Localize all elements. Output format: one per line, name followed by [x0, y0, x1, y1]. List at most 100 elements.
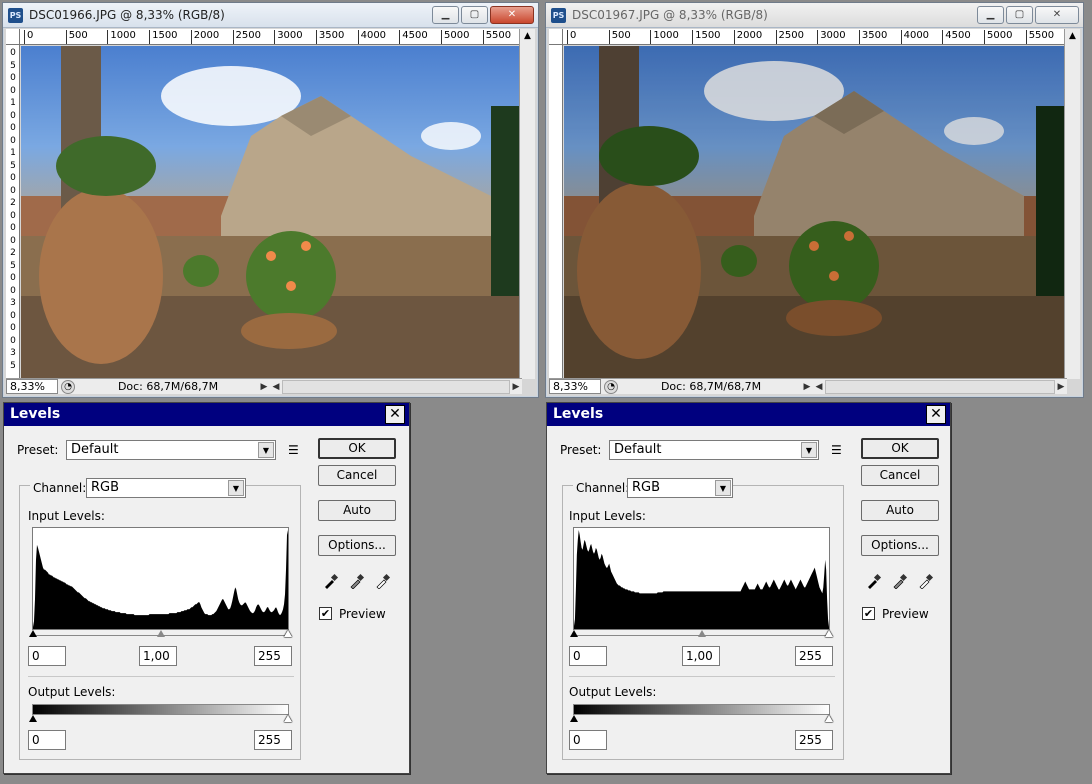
scroll-left-icon[interactable]: ◀: [813, 380, 825, 394]
options-button[interactable]: Options...: [861, 535, 939, 556]
status-menu-icon[interactable]: ◔: [61, 379, 75, 394]
status-bar: 8,33% ◔ Doc: 68,7M/68,7M ▶ ◀ ▶: [549, 378, 1067, 394]
horizontal-ruler[interactable]: 0 500 1000 1500 2000 2500 3000 3500 4000 4500 5000…: [563, 29, 1065, 45]
status-menu-arrow-icon[interactable]: ▶: [258, 380, 270, 394]
scroll-right-icon[interactable]: ▶: [1055, 380, 1067, 394]
dialog-close-button[interactable]: ✕: [385, 405, 405, 424]
dialog-close-button[interactable]: ✕: [926, 405, 946, 424]
channel-select[interactable]: RGB ▼: [627, 478, 733, 498]
zoom-field[interactable]: 8,33%: [549, 379, 601, 394]
horizontal-scrollbar[interactable]: [825, 379, 1055, 394]
input-white-slider[interactable]: [284, 630, 292, 637]
gray-point-eyedropper-icon[interactable]: [892, 573, 908, 589]
maximize-button[interactable]: ▢: [461, 6, 488, 24]
scroll-up-icon[interactable]: ▲: [1065, 29, 1080, 43]
vertical-scrollbar[interactable]: ▲: [1064, 29, 1080, 379]
preview-label: Preview: [339, 607, 386, 621]
channel-select[interactable]: RGB ▼: [86, 478, 246, 498]
cancel-button[interactable]: Cancel: [318, 465, 396, 486]
horizontal-ruler[interactable]: 0 500 1000 1500 2000 2500 3000 3500 4000 4500 5000…: [20, 29, 520, 45]
input-black-field[interactable]: 0: [569, 646, 607, 666]
ruler-tick-label: 2000: [190, 30, 219, 44]
document-window-left: PS DSC01966.JPG @ 8,33% (RGB/8) ▁ ▢ ✕ 0 5…: [2, 2, 539, 398]
scroll-up-icon[interactable]: ▲: [520, 29, 535, 43]
maximize-button[interactable]: ▢: [1006, 6, 1033, 24]
preset-options-icon[interactable]: ☰: [831, 443, 842, 457]
cancel-button[interactable]: Cancel: [861, 465, 939, 486]
document-window-right: PS DSC01967.JPG @ 8,33% (RGB/8) ▁ ▢ ✕ 0 5…: [545, 2, 1084, 398]
ruler-origin[interactable]: [549, 29, 563, 45]
input-gamma-field[interactable]: 1,00: [682, 646, 720, 666]
status-menu-icon[interactable]: ◔: [604, 379, 618, 394]
output-white-field[interactable]: 255: [795, 730, 833, 750]
ruler-tick-label: 5500: [482, 30, 511, 44]
document-canvas[interactable]: [564, 46, 1066, 381]
close-button[interactable]: ✕: [490, 6, 534, 24]
preset-select[interactable]: Default ▼: [609, 440, 819, 460]
vertical-ruler[interactable]: 0 5 0 0 1 0 0 0 1 5 0 0 2 0 0 0 2 5 0 0 3 0 0 0 3 5: [6, 45, 20, 380]
scroll-left-icon[interactable]: ◀: [270, 380, 282, 394]
preset-select[interactable]: Default ▼: [66, 440, 276, 460]
output-black-slider[interactable]: [29, 715, 37, 722]
black-point-eyedropper-icon[interactable]: [323, 573, 339, 589]
title-bar[interactable]: PS DSC01967.JPG @ 8,33% (RGB/8) ▁ ▢ ✕: [546, 3, 1083, 28]
ruler-tick-label: 5: [10, 360, 16, 371]
input-black-field[interactable]: 0: [28, 646, 66, 666]
output-black-field[interactable]: 0: [569, 730, 607, 750]
close-button[interactable]: ✕: [1035, 6, 1079, 24]
preset-value: Default: [614, 442, 662, 457]
preset-label: Preset:: [17, 443, 59, 457]
vertical-scrollbar[interactable]: ▲: [519, 29, 535, 379]
ruler-tick-label: 0: [10, 285, 16, 296]
output-black-slider[interactable]: [570, 715, 578, 722]
horizontal-scrollbar[interactable]: [282, 379, 510, 394]
input-gamma-slider[interactable]: [157, 630, 165, 637]
dialog-title-bar[interactable]: Levels ✕: [4, 403, 409, 426]
output-white-field[interactable]: 255: [254, 730, 292, 750]
input-black-slider[interactable]: [570, 630, 578, 637]
title-bar[interactable]: PS DSC01966.JPG @ 8,33% (RGB/8) ▁ ▢ ✕: [3, 3, 538, 28]
input-gamma-slider[interactable]: [698, 630, 706, 637]
preview-checkbox[interactable]: ✔: [862, 607, 875, 620]
scroll-right-icon[interactable]: ▶: [510, 380, 522, 394]
output-white-slider[interactable]: [284, 715, 292, 722]
chevron-down-icon: ▼: [715, 480, 731, 496]
ruler-tick-label: 0: [10, 223, 16, 233]
dialog-title-bar[interactable]: Levels ✕: [547, 403, 950, 426]
zoom-field[interactable]: 8,33%: [6, 379, 58, 394]
ruler-tick-label: 3500: [315, 30, 344, 44]
ruler-tick-label: 2500: [775, 30, 804, 44]
levels-dialog-right: Levels ✕ Preset: Default ▼ ☰ OK Cancel A…: [546, 402, 951, 774]
preview-checkbox[interactable]: ✔: [319, 607, 332, 620]
options-button[interactable]: Options...: [318, 535, 396, 556]
ruler-tick-label: 1000: [650, 30, 679, 44]
output-black-field[interactable]: 0: [28, 730, 66, 750]
white-point-eyedropper-icon[interactable]: [375, 573, 391, 589]
input-white-field[interactable]: 255: [254, 646, 292, 666]
input-gamma-field[interactable]: 1,00: [139, 646, 177, 666]
preset-options-icon[interactable]: ☰: [288, 443, 299, 457]
ruler-tick-label: 3500: [858, 30, 887, 44]
ruler-origin[interactable]: [6, 29, 20, 45]
input-white-slider[interactable]: [825, 630, 833, 637]
ruler-tick-label: 0: [10, 173, 16, 183]
input-black-slider[interactable]: [29, 630, 37, 637]
ruler-tick-label: 5: [10, 160, 16, 171]
black-point-eyedropper-icon[interactable]: [866, 573, 882, 589]
input-white-field[interactable]: 255: [795, 646, 833, 666]
output-white-slider[interactable]: [825, 715, 833, 722]
ruler-tick-label: 0: [10, 335, 16, 346]
document-canvas[interactable]: [21, 46, 521, 381]
minimize-button[interactable]: ▁: [432, 6, 459, 24]
auto-button[interactable]: Auto: [861, 500, 939, 521]
minimize-button[interactable]: ▁: [977, 6, 1004, 24]
ok-button[interactable]: OK: [318, 438, 396, 459]
status-menu-arrow-icon[interactable]: ▶: [801, 380, 813, 394]
ruler-tick-label: 0: [10, 135, 16, 146]
white-point-eyedropper-icon[interactable]: [918, 573, 934, 589]
ok-button[interactable]: OK: [861, 438, 939, 459]
auto-button[interactable]: Auto: [318, 500, 396, 521]
levels-dialog-left: Levels ✕ Preset: Default ▼ ☰ OK Cancel A…: [3, 402, 410, 774]
gray-point-eyedropper-icon[interactable]: [349, 573, 365, 589]
vertical-ruler[interactable]: [549, 45, 563, 380]
